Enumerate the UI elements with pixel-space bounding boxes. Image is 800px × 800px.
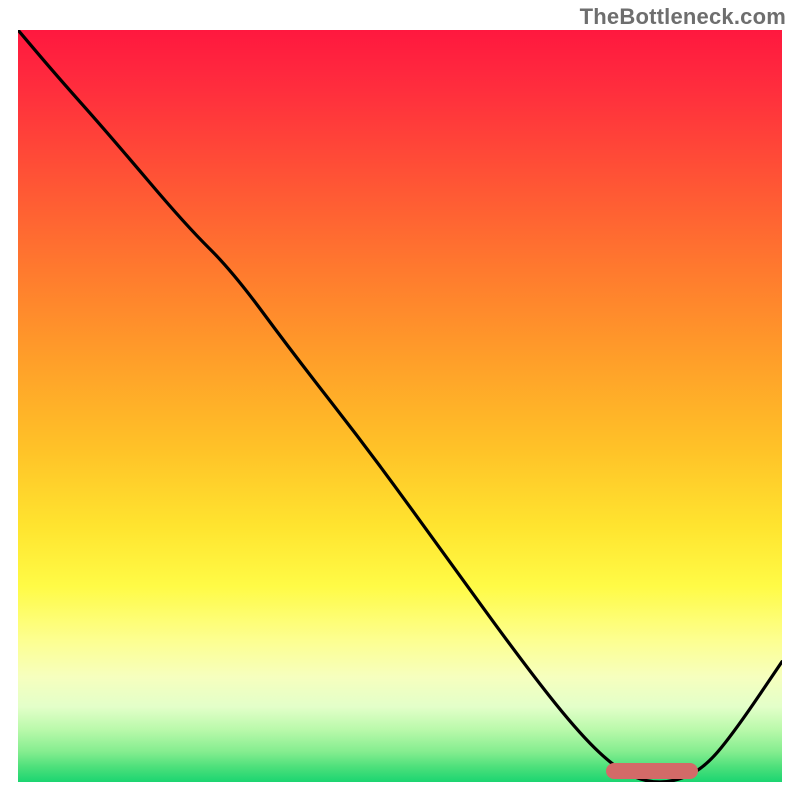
watermark-text: TheBottleneck.com (580, 4, 786, 30)
curve-path (18, 30, 782, 782)
plot-area (18, 30, 782, 782)
curve-svg (18, 30, 782, 782)
highlight-bar (606, 763, 698, 779)
chart-container: TheBottleneck.com (0, 0, 800, 800)
